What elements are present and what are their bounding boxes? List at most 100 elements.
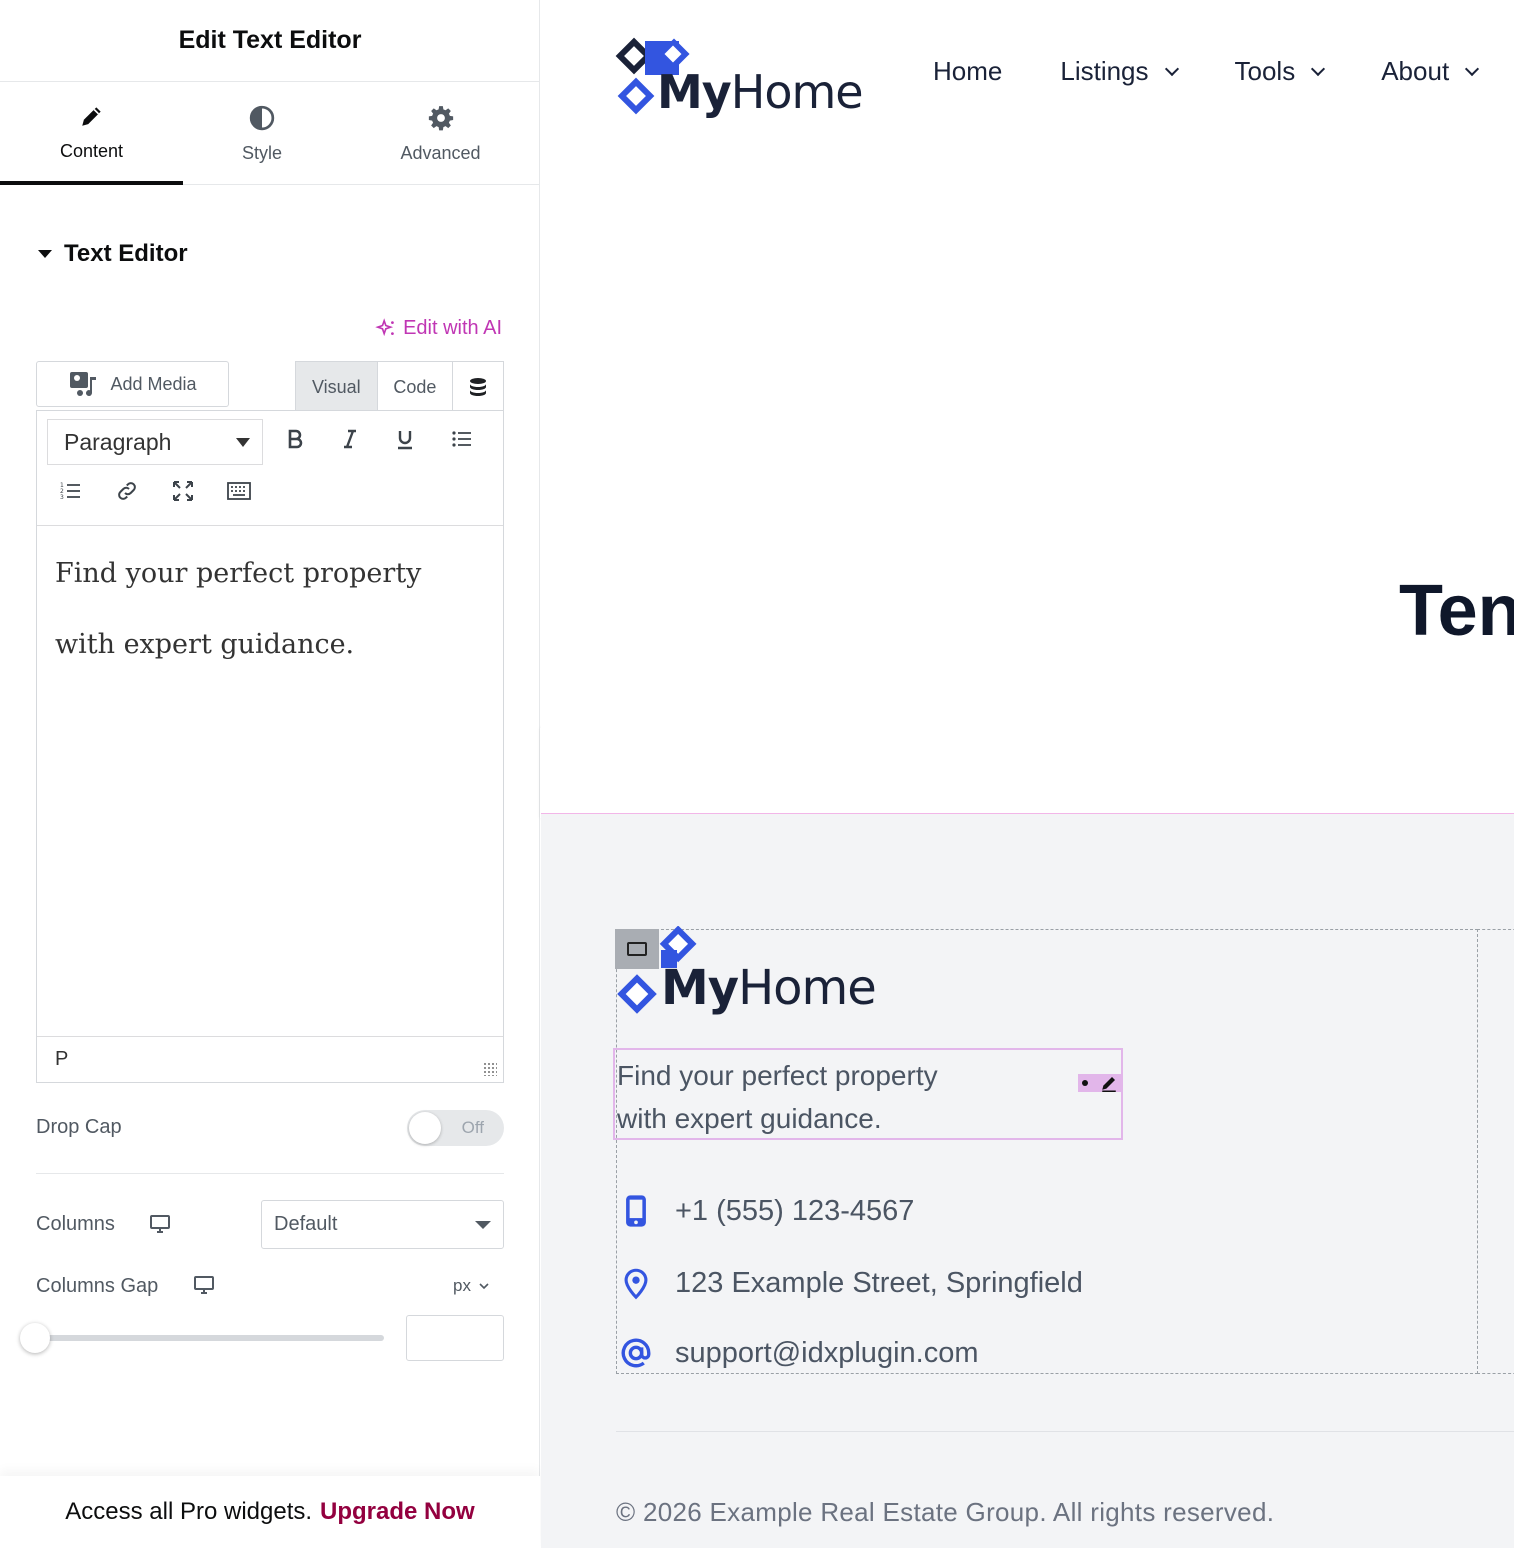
columns-select[interactable]: Default [261, 1200, 504, 1249]
database-icon [470, 378, 487, 396]
underline-icon [398, 431, 412, 450]
tab-content[interactable]: Content [0, 83, 183, 185]
numbered-list-button[interactable]: 123 [53, 473, 89, 509]
columns-gap-input[interactable] [406, 1315, 504, 1361]
dropdown-arrow-icon [236, 437, 250, 447]
divider [36, 1173, 504, 1174]
half-circle-icon [249, 105, 275, 130]
unit-value: px [453, 1276, 471, 1295]
editor-paragraph-1: Find your perfect property [55, 558, 422, 589]
media-icon [70, 372, 97, 397]
columns-gap-slider-handle[interactable] [20, 1323, 50, 1353]
footer-tagline-line-2: with expert guidance. [617, 1103, 882, 1134]
visual-mode-tab[interactable]: Visual [296, 362, 378, 412]
bold-button[interactable] [277, 421, 313, 457]
chevron-down-icon [1465, 61, 1480, 76]
site-header: MyHome Home Listings Tools About Ten [541, 0, 1514, 812]
email-text: support@idxplugin.com [675, 1336, 979, 1369]
fullscreen-icon [173, 481, 193, 501]
chevron-down-icon [479, 1283, 489, 1290]
footer-next-column [1477, 929, 1514, 1374]
toggle-knob [409, 1112, 441, 1144]
editor-paragraph-2: with expert guidance. [55, 629, 355, 661]
at-sign-icon [621, 1338, 651, 1368]
tab-style[interactable]: Style [183, 83, 341, 185]
editor-status-bar: P [37, 1036, 503, 1082]
nav-item-listings[interactable]: Listings [1060, 56, 1179, 87]
caret-down-icon [38, 250, 52, 258]
resize-handle-icon[interactable] [483, 1062, 497, 1076]
hero-heading: Ten [1399, 571, 1514, 651]
nav-item-home[interactable]: Home [933, 56, 1002, 87]
phone-text: +1 (555) 123-4567 [675, 1194, 915, 1227]
italic-button[interactable] [332, 421, 368, 457]
map-pin-icon [624, 1268, 648, 1300]
drop-cap-toggle[interactable]: Off [407, 1110, 504, 1146]
image-icon [627, 942, 647, 956]
desktop-icon[interactable] [193, 1275, 215, 1295]
promo-text: Access all Pro widgets. [65, 1498, 313, 1525]
contact-email[interactable]: support@idxplugin.com [619, 1336, 978, 1370]
drop-cap-state: Off [461, 1118, 484, 1137]
phone-icon [626, 1195, 646, 1227]
sparkle-icon [375, 317, 394, 336]
columns-label: Columns [36, 1213, 115, 1235]
tab-style-label: Style [241, 142, 283, 163]
footer-divider [616, 1431, 1514, 1432]
tab-advanced-label: Advanced [400, 142, 481, 163]
dynamic-tags-button[interactable] [453, 362, 503, 412]
numbered-list-icon: 123 [60, 482, 80, 501]
site-logo[interactable]: MyHome [615, 37, 864, 119]
pro-promo-bar: Access all Pro widgets. Upgrade Now [0, 1476, 540, 1548]
underline-button[interactable] [387, 421, 423, 457]
editor-content-area[interactable]: Find your perfect property with expert g… [37, 526, 503, 728]
main-nav: Home Listings Tools About [933, 56, 1514, 87]
desktop-icon[interactable] [149, 1214, 171, 1234]
columns-value: Default [274, 1213, 338, 1235]
unit-select[interactable]: px [453, 1276, 489, 1296]
widget-edit-handle[interactable] [1078, 1074, 1122, 1092]
bullet-list-button[interactable] [444, 421, 480, 457]
copyright-text: © 2026 Example Real Estate Group. All ri… [616, 1497, 1275, 1527]
toolbar-toggle-button[interactable] [221, 473, 257, 509]
rich-text-editor: Paragraph 123 Find your perfect property… [36, 410, 504, 1083]
columns-gap-label: Columns Gap [36, 1275, 159, 1297]
chevron-down-icon [1164, 61, 1179, 76]
paragraph-format-value: Paragraph [64, 428, 172, 455]
contact-phone[interactable]: +1 (555) 123-4567 [619, 1194, 914, 1228]
element-path[interactable]: P [55, 1048, 68, 1071]
columns-gap-slider-track[interactable] [36, 1335, 384, 1341]
drag-dot-icon [1082, 1080, 1088, 1086]
tab-content-label: Content [59, 140, 124, 161]
bold-icon [288, 429, 303, 449]
edit-with-ai-label: Edit with AI [403, 317, 502, 339]
editor-mode-tabs: Visual Code [295, 361, 504, 412]
panel-tabs: Content Style Advanced [0, 83, 540, 185]
gear-icon [428, 105, 453, 130]
nav-item-about[interactable]: About [1381, 56, 1480, 87]
contact-address[interactable]: 123 Example Street, Springfield [619, 1266, 1083, 1300]
svg-text:3: 3 [60, 494, 64, 501]
pencil-icon [1102, 1077, 1116, 1092]
code-mode-tab[interactable]: Code [377, 362, 454, 412]
dropdown-arrow-icon [475, 1220, 491, 1229]
editor-window: Edit Text Editor Content Style Advanced … [0, 0, 1514, 1548]
footer-tagline-line-1: Find your perfect property [617, 1060, 938, 1091]
section-title: Text Editor [64, 240, 188, 267]
insert-link-button[interactable] [109, 473, 145, 509]
add-media-label: Add Media [110, 373, 197, 394]
add-media-button[interactable]: Add Media [36, 361, 229, 407]
fullscreen-button[interactable] [165, 473, 201, 509]
paragraph-format-select[interactable]: Paragraph [47, 419, 263, 465]
link-icon [118, 482, 136, 500]
image-widget-handle[interactable] [615, 929, 659, 969]
edit-with-ai-button[interactable]: Edit with AI [375, 317, 502, 340]
selected-text-editor-widget[interactable]: Find your perfect property with expert g… [613, 1048, 1123, 1140]
tab-advanced[interactable]: Advanced [341, 83, 540, 185]
keyboard-icon [227, 482, 251, 500]
section-toggle-text-editor[interactable]: Text Editor [38, 240, 188, 268]
logo-wordmark: MyHome [661, 960, 877, 1016]
upgrade-now-link[interactable]: Upgrade Now [320, 1498, 475, 1526]
nav-item-tools[interactable]: Tools [1235, 56, 1326, 87]
widget-settings-panel: Edit Text Editor Content Style Advanced … [0, 0, 540, 1548]
